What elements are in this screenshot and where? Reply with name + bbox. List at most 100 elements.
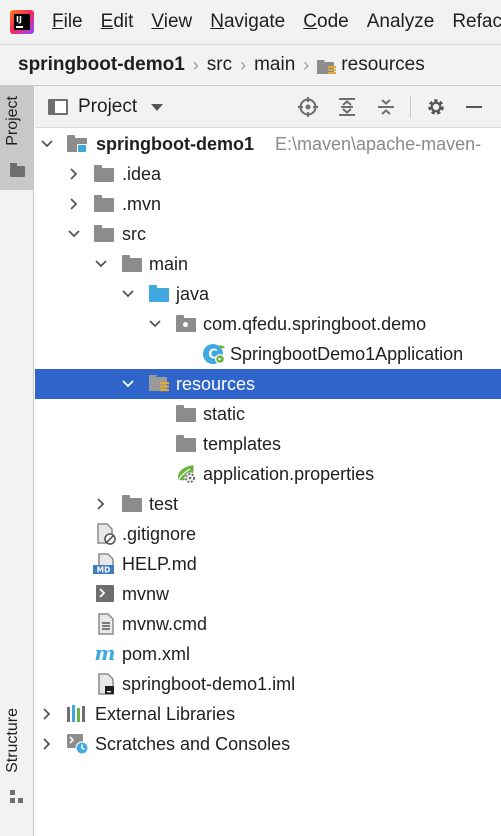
chevron-down-icon[interactable]	[148, 317, 162, 331]
tree-row-root[interactable]: springboot-demo1 E:\maven\apache-maven-	[35, 129, 501, 159]
chevron-right-icon[interactable]	[67, 167, 81, 181]
tree-row-mvnw-cmd[interactable]: mvnw.cmd	[35, 609, 501, 639]
chevron-down-icon[interactable]	[67, 227, 81, 241]
tree-label-app-class: SpringbootDemo1Application	[230, 344, 464, 364]
menu-file[interactable]: File	[52, 11, 83, 33]
project-tree: springboot-demo1 E:\maven\apache-maven- …	[35, 128, 501, 836]
tree-label-mvnw: mvnw	[122, 584, 170, 604]
tree-label-pom: pom.xml	[122, 644, 191, 664]
folder-icon	[93, 194, 115, 214]
tree-row-static[interactable]: static	[35, 399, 501, 429]
chevron-down-icon[interactable]	[94, 257, 108, 271]
resources-folder-icon	[149, 375, 169, 392]
project-panel-header: Project	[35, 86, 501, 128]
tree-label-help: HELP.md	[122, 554, 197, 574]
tree-row-package[interactable]: com.qfedu.springboot.demo	[35, 309, 501, 339]
tree-row-src[interactable]: src	[35, 219, 501, 249]
tree-label-gitignore: .gitignore	[122, 524, 197, 544]
breadcrumb-project[interactable]: springboot-demo1	[18, 54, 185, 76]
tree-row-scratches[interactable]: Scratches and Consoles	[35, 729, 501, 759]
source-folder-icon	[148, 284, 170, 304]
menu-view[interactable]: View	[151, 11, 192, 33]
tree-row-idea[interactable]: .idea	[35, 159, 501, 189]
tree-label-test: test	[149, 494, 179, 514]
breadcrumb-separator-icon: ›	[240, 54, 247, 75]
menu-navigate[interactable]: Navigate	[210, 11, 285, 33]
tree-label-iml: springboot-demo1.iml	[122, 674, 296, 694]
menu-edit[interactable]: Edit	[101, 11, 134, 33]
folder-icon	[121, 494, 143, 514]
tree-label-idea: .idea	[122, 164, 162, 184]
tree-root-path: E:\maven\apache-maven-	[275, 134, 482, 154]
folder-icon	[121, 254, 143, 274]
intellij-logo-icon: IJ	[10, 10, 34, 34]
chevron-right-icon[interactable]	[40, 737, 54, 751]
tree-label-scratches: Scratches and Consoles	[95, 734, 291, 754]
chevron-right-icon[interactable]	[94, 497, 108, 511]
breadcrumb-separator-icon: ›	[192, 54, 199, 75]
project-view-icon	[48, 98, 68, 115]
breadcrumb-separator-icon: ›	[303, 54, 310, 75]
text-file-icon	[98, 613, 114, 635]
panel-title[interactable]: Project	[78, 96, 137, 118]
menu-analyze[interactable]: Analyze	[367, 11, 435, 33]
folder-icon	[175, 404, 197, 424]
tree-row-test[interactable]: test	[35, 489, 501, 519]
menu-code[interactable]: Code	[303, 11, 348, 33]
tree-label-static: static	[203, 404, 246, 424]
chevron-down-icon[interactable]	[121, 287, 135, 301]
minimize-icon[interactable]	[463, 96, 485, 118]
tree-row-pom[interactable]: m pom.xml	[35, 639, 501, 669]
left-tool-strip: Project Structure	[0, 86, 34, 836]
tree-label-resources: resources	[176, 374, 256, 394]
project-tool-tab[interactable]: Project	[0, 86, 34, 190]
tree-row-main[interactable]: main	[35, 249, 501, 279]
tree-label-app-properties: application.properties	[203, 464, 375, 484]
tree-label-main: main	[149, 254, 189, 274]
tree-row-mvnw[interactable]: mvnw	[35, 579, 501, 609]
breadcrumb-src[interactable]: src	[207, 54, 232, 76]
tree-label-src: src	[122, 224, 146, 244]
chevron-down-icon[interactable]	[151, 104, 164, 111]
expand-all-icon[interactable]	[336, 96, 358, 118]
markdown-file-icon: MD	[93, 553, 114, 575]
tree-row-mvn[interactable]: .mvn	[35, 189, 501, 219]
tree-label-java: java	[176, 284, 210, 304]
chevron-down-icon[interactable]	[121, 377, 135, 391]
tree-label-mvn: .mvn	[122, 194, 162, 214]
collapse-all-icon[interactable]	[375, 96, 397, 118]
chevron-down-icon[interactable]	[40, 137, 54, 151]
tree-row-external-libraries[interactable]: External Libraries	[35, 699, 501, 729]
spring-boot-class-icon: C	[203, 344, 225, 364]
structure-tool-tab[interactable]: Structure	[0, 702, 34, 812]
folder-icon	[93, 164, 115, 184]
folder-icon	[10, 163, 25, 177]
tree-row-app-properties[interactable]: application.properties	[35, 459, 501, 489]
svg-text:m: m	[94, 644, 115, 664]
breadcrumb: springboot-demo1 › src › main › resource…	[0, 44, 501, 86]
module-file-icon	[98, 673, 114, 695]
chevron-right-icon[interactable]	[40, 707, 54, 721]
breadcrumb-resources[interactable]: resources	[341, 54, 424, 76]
tree-label-root: springboot-demo1	[96, 134, 254, 154]
tree-label-external-libraries: External Libraries	[95, 704, 236, 724]
toolbar-divider	[410, 96, 411, 118]
folder-icon	[175, 434, 197, 454]
breadcrumb-main[interactable]: main	[254, 54, 295, 76]
tree-row-templates[interactable]: templates	[35, 429, 501, 459]
tree-row-iml[interactable]: springboot-demo1.iml	[35, 669, 501, 699]
tree-row-java[interactable]: java	[35, 279, 501, 309]
tree-row-app-class[interactable]: C SpringbootDemo1Application	[35, 339, 501, 369]
chevron-right-icon[interactable]	[67, 197, 81, 211]
ignore-file-icon	[97, 523, 116, 545]
module-folder-icon	[66, 134, 88, 154]
tree-row-help[interactable]: MD HELP.md	[35, 549, 501, 579]
menu-refactor[interactable]: Refac	[452, 11, 501, 33]
shell-script-icon	[96, 585, 114, 602]
structure-tool-tab-label: Structure	[4, 708, 21, 773]
gear-icon[interactable]	[425, 96, 447, 118]
tree-row-resources[interactable]: resources	[35, 369, 501, 399]
locate-file-icon[interactable]	[297, 96, 319, 118]
tree-row-gitignore[interactable]: .gitignore	[35, 519, 501, 549]
tree-label-package: com.qfedu.springboot.demo	[203, 314, 427, 334]
